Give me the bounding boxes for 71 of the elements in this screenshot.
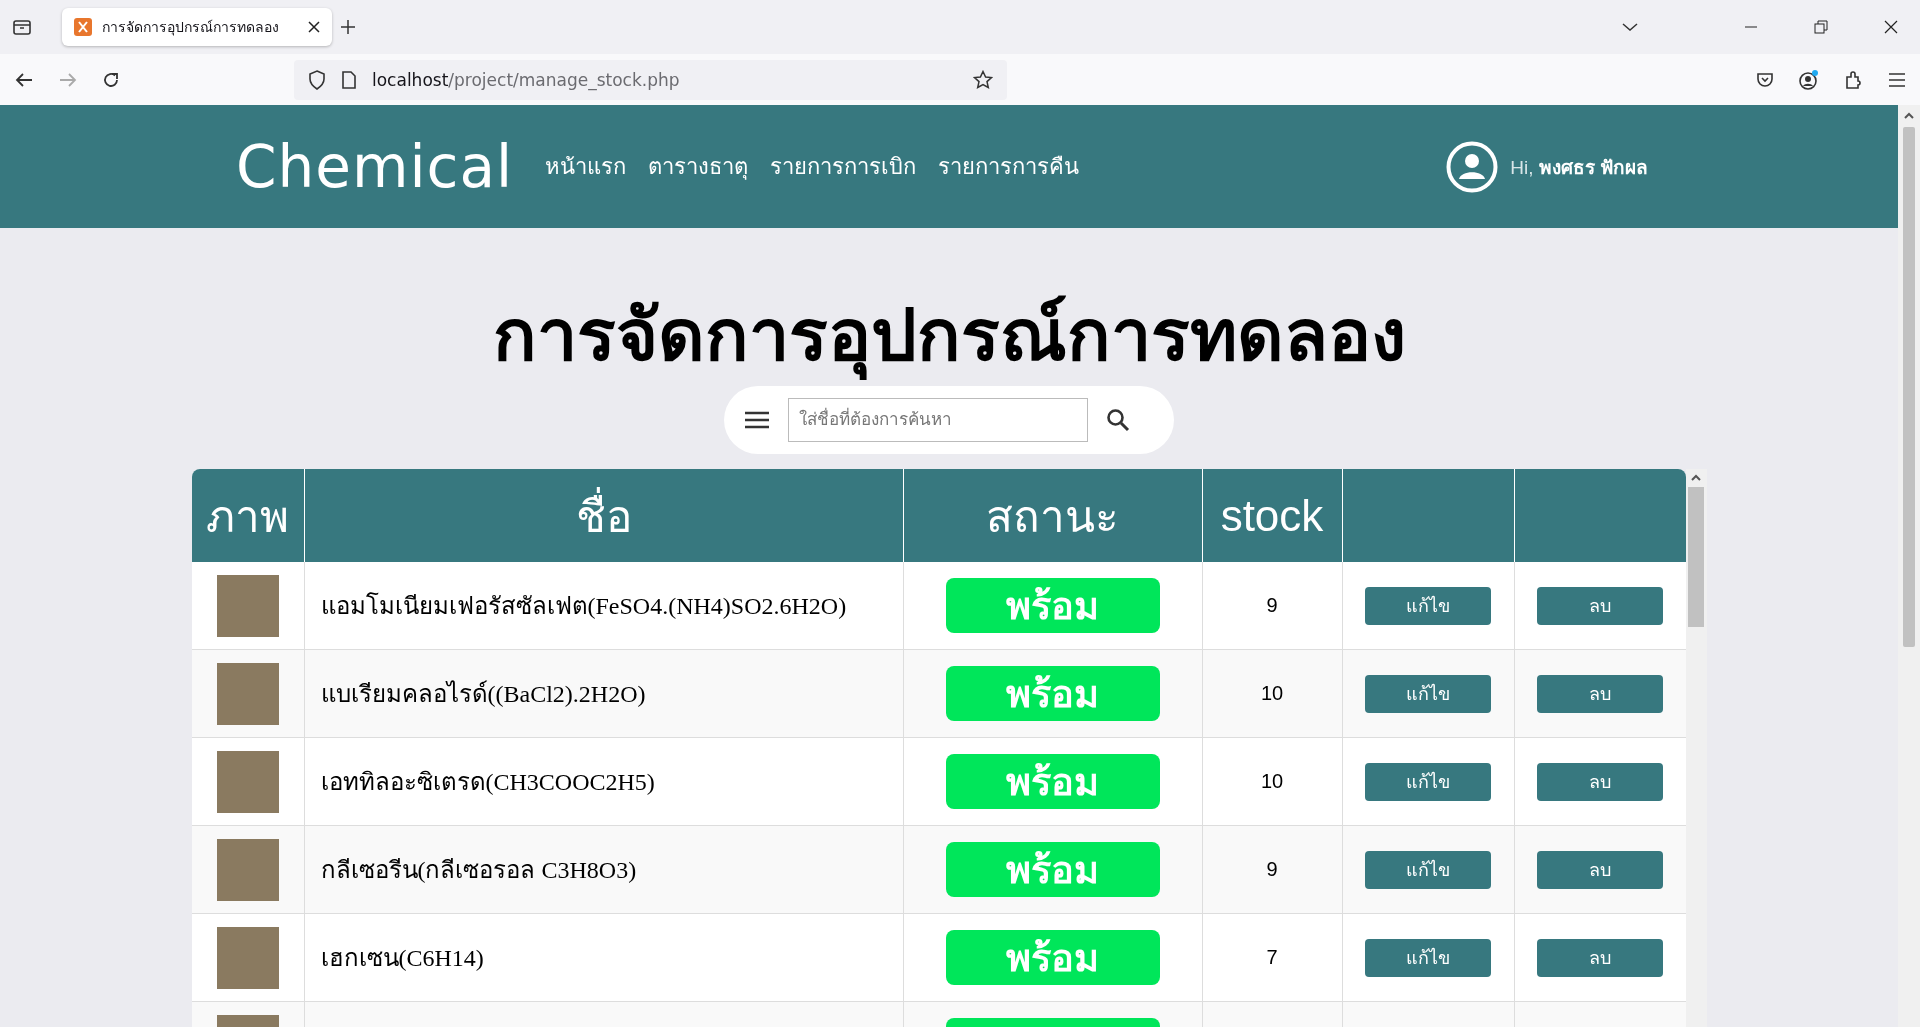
scrollbar-thumb[interactable] [1903,127,1915,647]
tab-title: การจัดการอุปกรณ์การทดลอง [102,18,280,38]
pocket-icon[interactable] [1756,70,1774,89]
delete-button[interactable]: ลบ [1537,586,1663,625]
photo-placeholder [216,838,279,901]
chemical-name: เฮกเซน(C6H14) [320,944,484,973]
edit-button[interactable]: แก้ไข [1365,674,1491,713]
chemical-name: เอททิลอะซิเตรด(CH3COOC2H5) [320,768,655,797]
site-logo-icon [74,18,92,36]
edit-button[interactable]: แก้ไข [1365,586,1491,625]
page-icon [342,70,356,89]
close-tab-icon[interactable] [308,21,320,33]
column-header: stock [1201,469,1342,562]
menu-icon[interactable] [744,410,770,430]
tab-overflow-icon[interactable] [1622,22,1638,32]
edit-button[interactable]: แก้ไข [1365,850,1491,889]
stock-count: 9 [1266,858,1278,881]
photo-placeholder [216,662,279,725]
nav-link[interactable]: รายการการคืน [938,149,1080,184]
search-icon[interactable] [1106,408,1130,432]
column-header: สถานะ [902,469,1202,562]
status-badge: พร้อม [945,842,1160,897]
status-badge: พร้อม [945,578,1160,633]
delete-button[interactable]: ลบ [1537,762,1663,801]
restore-icon[interactable] [1814,20,1828,34]
delete-button[interactable]: ลบ [1537,674,1663,713]
shield-icon[interactable] [308,69,326,90]
user-greeting: Hi, พงศธร ฟักผล [1510,155,1648,180]
table-scrollbar[interactable] [1685,469,1707,1027]
page-scrollbar[interactable] [1898,105,1920,1027]
user-avatar-icon[interactable] [1446,140,1499,193]
search-field[interactable]: ใส่ชื่อที่ต้องการค้นหา [788,398,1088,442]
scroll-up-icon[interactable] [1690,473,1702,483]
chemical-name: แอมโมเนียมเฟอรัสซัลเฟต(FeSO4.(NH4)SO2.6H2O) [320,591,847,621]
chemical-name: กลีเซอรีน(กลีเซอรอล C3H8O3) [320,856,637,885]
photo-placeholder [216,574,279,637]
close-window-icon[interactable] [1884,20,1898,34]
delete-button[interactable]: ลบ [1537,938,1663,977]
address-bar[interactable]: localhost/project/manage_stock.php [294,59,1007,100]
scrollbar-thumb[interactable] [1688,487,1704,627]
page-title: การจัดการอุปกรณ์การทดลอง [492,290,1406,380]
site-logo[interactable]: Chemical [236,132,514,201]
url-text: localhost/project/manage_stock.php [372,69,680,90]
edit-button[interactable]: แก้ไข [1365,938,1491,977]
delete-button[interactable]: ลบ [1537,850,1663,889]
photo-placeholder [216,750,279,813]
puzzle-icon[interactable] [1844,69,1864,90]
edit-button[interactable]: แก้ไข [1365,762,1491,801]
column-header: ภาพ [191,469,304,562]
menu-icon[interactable] [1888,71,1906,88]
chemical-name: แบเรียมคลอไรด์((BaCl2).2H2O) [320,679,646,709]
stock-count: 10 [1260,682,1284,705]
photo-placeholder [216,926,279,989]
status-badge: พร้อม [945,754,1160,809]
stock-count: 7 [1266,946,1278,969]
browser-tab[interactable]: การจัดการอุปกรณ์การทดลอง [62,8,332,46]
reload-icon[interactable] [102,70,120,89]
status-badge: พร้อม [945,930,1160,985]
nav-link[interactable]: ตารางธาตุ [648,149,749,184]
new-tab-icon[interactable] [340,19,356,35]
tab-list-icon[interactable] [12,18,32,36]
back-icon[interactable] [14,71,34,88]
nav-link[interactable]: หน้าแรก [545,149,627,184]
column-header: ชื่อ [303,469,903,562]
account-icon[interactable] [1798,68,1820,91]
star-icon[interactable] [973,69,993,90]
stock-count: 10 [1260,770,1284,793]
status-badge: พร้อม [945,666,1160,721]
scroll-up-icon[interactable] [1903,111,1915,121]
nav-link[interactable]: รายการการเบิก [770,149,917,184]
stock-count: 9 [1266,594,1278,617]
